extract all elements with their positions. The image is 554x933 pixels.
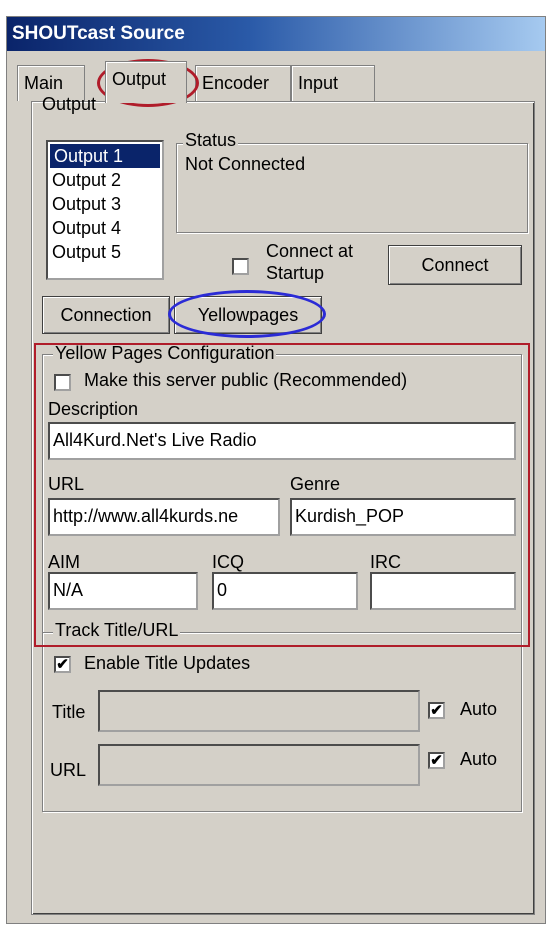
enable-title-updates-checkbox[interactable]: ✔	[54, 656, 71, 673]
output-list-item[interactable]: Output 5	[48, 240, 162, 264]
connect-at-startup-label: Connect at Startup	[266, 240, 353, 284]
output-list-item[interactable]: Output 3	[48, 192, 162, 216]
url-auto-label: Auto	[460, 749, 498, 769]
status-legend: Status	[183, 130, 239, 151]
output-list-item[interactable]: Output 2	[48, 168, 162, 192]
yellowpages-highlight	[168, 290, 326, 338]
url-auto-checkbox[interactable]: ✔	[428, 752, 445, 769]
output-listbox[interactable]: Output 1 Output 2 Output 3 Output 4 Outp…	[46, 140, 164, 280]
connection-button[interactable]: Connection	[42, 296, 170, 334]
output-list-label: Output	[42, 94, 97, 114]
enable-title-updates-label: Enable Title Updates	[84, 653, 251, 673]
status-text: Not Connected	[185, 154, 306, 174]
tab-output[interactable]: Output	[105, 61, 187, 103]
tab-input[interactable]: Input	[291, 65, 375, 101]
title-auto-label: Auto	[460, 699, 498, 719]
status-group: Status Not Connected	[176, 130, 528, 233]
output-list-item[interactable]: Output 1	[50, 144, 160, 168]
track-url-input[interactable]	[98, 744, 420, 786]
yellow-pages-highlight-box	[34, 343, 530, 647]
connect-at-startup-label-line1: Connect at	[266, 241, 354, 261]
connect-button[interactable]: Connect	[388, 245, 522, 285]
window-title: SHOUTcast Source	[7, 17, 545, 51]
connect-at-startup-checkbox[interactable]	[232, 258, 249, 275]
output-list-item[interactable]: Output 4	[48, 216, 162, 240]
connect-at-startup-label-line2: Startup	[266, 263, 325, 283]
title-label: Title	[52, 702, 86, 722]
track-url-label: URL	[50, 760, 87, 780]
tab-encoder[interactable]: Encoder	[195, 65, 291, 101]
title-auto-checkbox[interactable]: ✔	[428, 702, 445, 719]
title-input[interactable]	[98, 690, 420, 732]
